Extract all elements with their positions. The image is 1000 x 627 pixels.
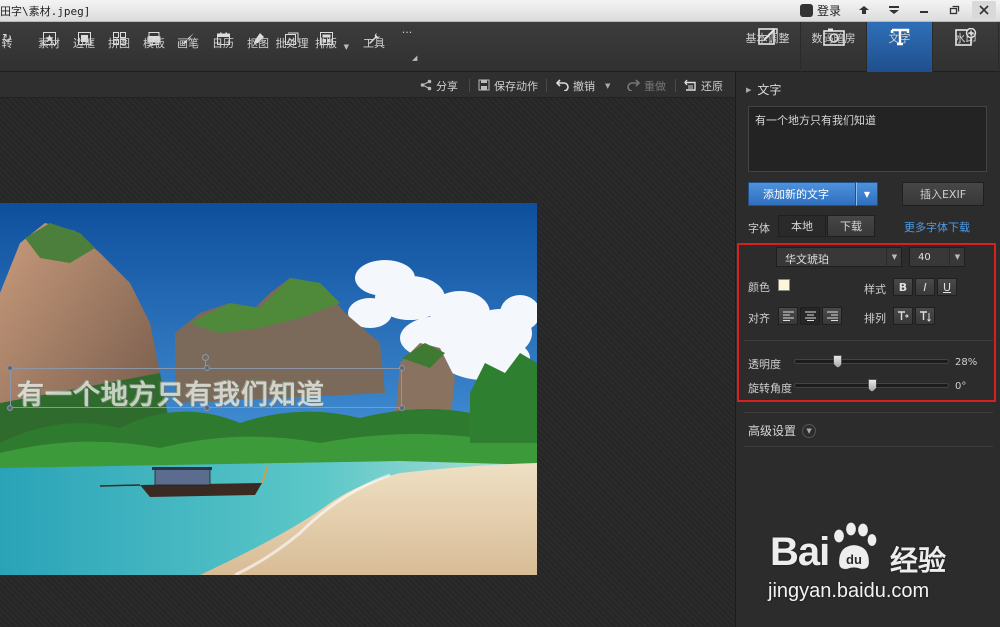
- add-text-dropdown-icon[interactable]: ▼: [856, 182, 878, 206]
- toolbar-item-frame[interactable]: 边框: [67, 31, 101, 50]
- window-title: 田字\素材.jpeg]: [0, 5, 91, 18]
- save-action-icon: [478, 79, 490, 94]
- tab-watermark[interactable]: 水印: [933, 22, 999, 72]
- toolbar-item-label: 素材: [38, 37, 60, 50]
- divider: [469, 79, 470, 92]
- toolbar-item-label: 转: [1, 37, 13, 50]
- redo-icon: [627, 78, 641, 94]
- watermark-brand-suffix: 经验: [890, 544, 947, 577]
- expand-arrow-icon: ▶: [746, 85, 752, 94]
- undo-history-chevron-icon[interactable]: ▼: [605, 82, 610, 90]
- expand-triangle-icon[interactable]: ◢: [412, 54, 417, 62]
- section-title-text: ▶ 文字: [746, 81, 781, 98]
- toolbar-item-rotate[interactable]: ↻ 转: [0, 31, 24, 50]
- toolbar-item-batch[interactable]: 批处理: [275, 31, 309, 50]
- watermark-brand: Bai: [770, 530, 830, 574]
- advanced-settings-label: 高级设置: [748, 424, 797, 438]
- resize-handle-bottom[interactable]: [204, 405, 210, 411]
- resize-handle-top-left[interactable]: [7, 365, 13, 371]
- save-action-label: 保存动作: [494, 80, 538, 93]
- toolbar-item-tools[interactable]: 工具: [357, 31, 391, 50]
- toolbar-item-layout[interactable]: 排版 ▼: [309, 31, 349, 51]
- image-canvas[interactable]: 有一个地方只有我们知道: [0, 98, 735, 627]
- login-label: 登录: [817, 4, 842, 18]
- toolbar-item-label: 工具: [363, 37, 385, 50]
- toolbar-item-label: 边框: [73, 37, 95, 50]
- share-button[interactable]: 分享: [420, 78, 458, 94]
- font-source-local-tab[interactable]: 本地: [778, 215, 826, 237]
- toolbar-item-sticker[interactable]: 素材: [32, 31, 66, 50]
- advanced-settings-toggle[interactable]: 高级设置 ▼: [748, 422, 817, 439]
- toolbar-item-cutout[interactable]: 抠图: [241, 31, 275, 50]
- restore-icon[interactable]: [942, 1, 966, 19]
- text-overlay-content: 有一个地方只有我们知道: [17, 380, 325, 411]
- font-label: 字体: [748, 222, 770, 235]
- user-icon: [800, 4, 813, 17]
- chevron-down-icon[interactable]: ▼: [344, 43, 349, 51]
- paw-logo-icon: du: [833, 522, 877, 570]
- tab-label: 水印: [954, 32, 977, 45]
- tab-text[interactable]: 文字: [867, 22, 933, 72]
- resize-handle-top-right[interactable]: [399, 365, 405, 371]
- tab-label: 基本调整: [745, 32, 790, 45]
- share-label: 分享: [436, 80, 458, 93]
- toolbar-item-template[interactable]: 模板: [137, 31, 171, 50]
- chevron-down-icon: ▼: [802, 423, 817, 438]
- add-text-button[interactable]: 添加新的文字: [748, 182, 856, 206]
- tab-digital-darkroom[interactable]: 数码暗房: [801, 22, 867, 72]
- close-icon[interactable]: [972, 1, 996, 19]
- minimize-icon[interactable]: [912, 1, 936, 19]
- resize-handle-top[interactable]: [204, 365, 210, 371]
- divider: [744, 412, 993, 413]
- window-controls: [852, 1, 996, 19]
- undo-label: 撤销: [573, 80, 595, 93]
- restore-original-icon: [684, 79, 697, 94]
- tab-label: 文字: [888, 32, 911, 45]
- share-icon: [420, 79, 432, 94]
- insert-exif-button[interactable]: 插入EXIF: [902, 182, 984, 206]
- divider: [744, 446, 993, 447]
- pin-icon[interactable]: [852, 1, 876, 19]
- toolbar-item-label: 模板: [143, 37, 165, 50]
- toolbar-item-label: 抠图: [247, 37, 269, 50]
- divider: [546, 79, 547, 92]
- section-title-label: 文字: [757, 83, 782, 97]
- title-bar: 田字\素材.jpeg] 登录: [0, 0, 1000, 22]
- toolbar-item-label: 排版: [315, 37, 337, 50]
- menu-icon[interactable]: [882, 1, 906, 19]
- redo-label: 重做: [644, 80, 666, 93]
- login-button[interactable]: 登录: [800, 2, 841, 19]
- text-overlay-box[interactable]: 有一个地方只有我们知道: [7, 365, 405, 411]
- panel-tabs: 基本调整 数码暗房 文字 水印: [735, 22, 1000, 72]
- undo-icon: [555, 78, 569, 94]
- main-toolbar: ↻ 转 素材 边框 拼图 模板 画笔 日历 抠图 批处理 排版 ▼ 工具 ···…: [0, 22, 735, 72]
- toolbar-item-label: 画笔: [177, 37, 199, 50]
- toolbar-item-brush[interactable]: 画笔: [171, 31, 205, 50]
- divider: [675, 79, 676, 92]
- toolbar-item-label: 日历: [212, 37, 234, 50]
- toolbar-item-label: 拼图: [108, 37, 130, 50]
- restore-label: 还原: [701, 80, 723, 93]
- action-bar: 分享 保存动作 撤销 ▼ 重做 还原: [0, 72, 735, 98]
- font-source-download-tab[interactable]: 下载: [827, 215, 875, 237]
- rotation-handle[interactable]: [202, 354, 209, 361]
- toolbar-item-collage[interactable]: 拼图: [102, 31, 136, 50]
- tab-basic-adjust[interactable]: 基本调整: [735, 22, 801, 72]
- text-content-input[interactable]: 有一个地方只有我们知道: [748, 106, 987, 172]
- tab-label: 数码暗房: [811, 32, 856, 45]
- more-label: ···: [401, 26, 413, 39]
- annotation-highlight-box: [737, 243, 996, 402]
- restore-button[interactable]: 还原: [684, 78, 723, 94]
- resize-handle-bottom-left[interactable]: [7, 405, 13, 411]
- toolbar-item-label: 批处理: [275, 37, 309, 50]
- toolbar-item-calendar[interactable]: 日历: [206, 31, 240, 50]
- resize-handle-bottom-right[interactable]: [399, 405, 405, 411]
- svg-text:du: du: [846, 552, 862, 567]
- undo-button[interactable]: 撤销 ▼: [555, 78, 610, 94]
- save-action-button[interactable]: 保存动作: [478, 78, 538, 94]
- watermark-url: jingyan.baidu.com: [768, 580, 930, 602]
- baidu-jingyan-watermark: Bai du 经验 jingyan.baidu.com: [768, 520, 995, 610]
- more-fonts-link[interactable]: 更多字体下载: [904, 219, 970, 235]
- redo-button[interactable]: 重做: [627, 78, 666, 94]
